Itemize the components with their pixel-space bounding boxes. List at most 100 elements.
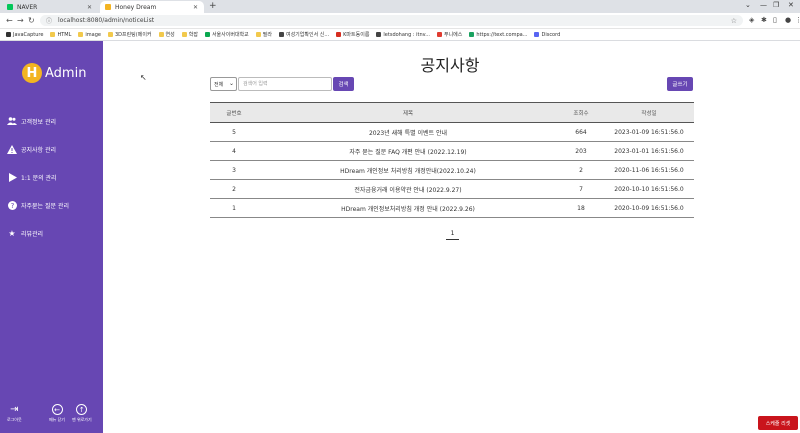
row-title[interactable]: HDream 개인정보 처리방침 개정안내(2022.10.24) xyxy=(258,161,558,180)
header-views[interactable]: 조회수 xyxy=(558,103,604,123)
table-row[interactable]: 2 전자금융거래 이용약관 안내 (2022.9.27) 7 2020-10-10 1… xyxy=(210,180,694,199)
maximize-icon[interactable]: ❐ xyxy=(773,1,779,9)
arrow-up-icon: ↑ xyxy=(76,404,88,415)
bookmark-item[interactable]: 3D프린팅(메이커 xyxy=(107,31,152,38)
honey-dream-favicon-icon xyxy=(105,4,111,10)
tab-close-icon[interactable]: ✕ xyxy=(193,4,198,11)
row-title[interactable]: 자주 묻는 질문 FAQ 개편 안내 (2022.12.19) xyxy=(258,142,558,161)
pagination-page-1[interactable]: 1 xyxy=(446,228,459,240)
table-row[interactable]: 1 HDream 개인정보처리방침 개정 안내 (2022.9.26) 18 2020… xyxy=(210,199,694,218)
reload-icon[interactable]: ↻ xyxy=(28,16,35,25)
browser-tab-naver[interactable]: NAVER ✕ xyxy=(2,1,98,13)
bookmark-icon xyxy=(158,32,164,37)
bookmarks-bar: JavaCapture HTML image 3D프린팅(메이커 연성 학잡 서울사이버대학… xyxy=(0,29,800,41)
row-date: 2023-01-01 16:51:56.0 xyxy=(614,147,684,155)
search-button[interactable]: 검색 xyxy=(333,77,354,91)
admin-logo[interactable]: H Admin xyxy=(22,63,86,83)
bookmark-item[interactable]: 필라 xyxy=(255,31,272,38)
row-title[interactable]: 2023년 새해 특별 이벤트 안내 xyxy=(258,123,558,142)
svg-text:?: ? xyxy=(10,202,14,210)
browser-tab-honey-dream[interactable]: Honey Dream ✕ xyxy=(100,1,204,13)
tab-title: NAVER xyxy=(17,3,38,11)
header-number[interactable]: 글번호 xyxy=(210,103,258,123)
bookmark-icon xyxy=(336,32,342,37)
logout-button[interactable]: ⇥ 로그아웃 xyxy=(7,404,22,423)
bookmark-item[interactable]: https://text.compa... xyxy=(469,32,527,38)
search-filter-select[interactable]: 전체 ⌄ xyxy=(210,77,237,91)
table-row[interactable]: 3 HDream 개인정보 처리방침 개정안내(2022.10.24) 2 2020-… xyxy=(210,161,694,180)
row-number: 5 xyxy=(232,128,236,136)
row-number: 3 xyxy=(232,166,236,174)
tab-close-icon[interactable]: ✕ xyxy=(87,4,92,11)
row-number: 1 xyxy=(232,204,236,212)
sidebar-item-customers[interactable]: 고객정보 관리 xyxy=(7,107,99,135)
profile-icon[interactable]: ● xyxy=(785,16,791,24)
bookmark-item[interactable]: image xyxy=(78,32,101,38)
sidebar-item-inquiries[interactable]: 1:1 문의 관리 xyxy=(7,163,99,191)
minimize-icon[interactable]: — xyxy=(760,1,767,9)
sidebar-item-label: 자주묻는 질문 관리 xyxy=(21,202,69,210)
reset-schedule-button[interactable]: 스케줄 리셋 xyxy=(758,416,798,430)
bookmark-item[interactable]: 서울사이버대학교 xyxy=(204,31,249,38)
row-date: 2020-11-06 16:51:56.0 xyxy=(614,166,684,174)
table-row[interactable]: 5 2023년 새해 특별 이벤트 안내 664 2023-01-09 16:51:5… xyxy=(210,123,694,142)
bookmark-icon xyxy=(50,32,56,37)
new-tab-icon[interactable]: + xyxy=(209,1,217,11)
header-title[interactable]: 제목 xyxy=(258,103,558,123)
bookmark-label: K마트동이름 xyxy=(343,32,370,38)
sidebar-item-label: 리뷰관리 xyxy=(21,230,44,238)
row-views: 664 xyxy=(575,128,587,136)
sidebar-item-label: 공지사항 관리 xyxy=(21,146,57,154)
row-views: 2 xyxy=(579,166,583,174)
extension-icon[interactable]: ◈ xyxy=(749,16,754,24)
menu-close-button[interactable]: ← 메뉴 닫기 xyxy=(49,404,65,423)
logout-icon: ⇥ xyxy=(10,404,19,415)
back-icon[interactable]: ← xyxy=(6,16,13,25)
bookmark-item[interactable]: 푸니에스 xyxy=(436,31,462,38)
bookmark-label: 필라 xyxy=(262,32,272,38)
bookmark-label: HTML xyxy=(57,31,72,38)
sidebar-item-faq[interactable]: ? 자주묻는 질문 관리 xyxy=(7,191,99,219)
bookmark-item[interactable]: HTML xyxy=(50,32,71,38)
info-icon[interactable]: ⓘ xyxy=(46,16,52,25)
sidebar-item-reviews[interactable]: ★ 리뷰관리 xyxy=(7,219,99,247)
write-button[interactable]: 글쓰기 xyxy=(667,77,693,91)
search-input[interactable] xyxy=(238,77,332,91)
bookmark-item[interactable]: 여성기업확인서 신... xyxy=(278,31,329,38)
puzzle-icon[interactable]: ✱ xyxy=(761,16,767,24)
mouse-cursor-icon: ↖ xyxy=(140,73,147,82)
row-views: 18 xyxy=(577,204,585,212)
bookmark-star-icon[interactable]: ☆ xyxy=(731,17,737,25)
browser-tab-strip: NAVER ✕ Honey Dream ✕ + ⌄ — ❐ ✕ xyxy=(0,0,800,13)
bookmark-item[interactable]: letsdohang : itnv... xyxy=(376,32,430,38)
address-bar[interactable]: ⓘ localhost:8080/admin/noticeList ☆ xyxy=(40,15,743,26)
bookmark-icon xyxy=(469,32,475,37)
bookmark-label: JavaCapture xyxy=(13,31,44,38)
bookmark-item[interactable]: Discord xyxy=(534,32,560,38)
row-title[interactable]: 전자금융거래 이용약관 안내 (2022.9.27) xyxy=(258,180,558,199)
chevron-down-icon[interactable]: ⌄ xyxy=(745,1,751,9)
scroll-top-button[interactable]: ↑ 맨 위로가기 xyxy=(72,404,92,423)
close-window-icon[interactable]: ✕ xyxy=(788,1,794,9)
kebab-menu-icon[interactable]: ⋮ xyxy=(795,16,800,24)
search-filter-value: 전체 xyxy=(214,81,224,88)
row-date: 2023-01-09 16:51:56.0 xyxy=(614,128,684,136)
bookmark-item[interactable]: JavaCapture xyxy=(6,32,43,38)
sidepanel-icon[interactable]: ▯ xyxy=(773,16,777,24)
bookmark-label: image xyxy=(85,31,101,38)
bookmark-icon xyxy=(107,32,113,37)
header-date[interactable]: 작성일 xyxy=(604,103,694,123)
row-views: 7 xyxy=(579,185,583,193)
forward-icon[interactable]: → xyxy=(17,16,24,25)
bookmark-icon xyxy=(278,32,284,37)
row-title[interactable]: HDream 개인정보처리방침 개정 안내 (2022.9.26) xyxy=(258,199,558,218)
bookmark-item[interactable]: 학잡 xyxy=(181,31,198,38)
bookmark-label: Discord xyxy=(541,31,561,38)
row-date: 2020-10-10 16:51:56.0 xyxy=(614,185,684,193)
sidebar-item-notices[interactable]: 공지사항 관리 xyxy=(7,135,99,163)
table-row[interactable]: 4 자주 묻는 질문 FAQ 개편 안내 (2022.12.19) 203 2023-… xyxy=(210,142,694,161)
sidebar-item-label: 1:1 문의 관리 xyxy=(21,174,57,182)
bookmark-item[interactable]: K마트동이름 xyxy=(336,31,369,38)
bookmark-item[interactable]: 연성 xyxy=(158,31,175,38)
notice-table: 글번호 제목 조회수 작성일 5 2023년 새해 특별 이벤트 안내 664 202… xyxy=(210,102,694,218)
